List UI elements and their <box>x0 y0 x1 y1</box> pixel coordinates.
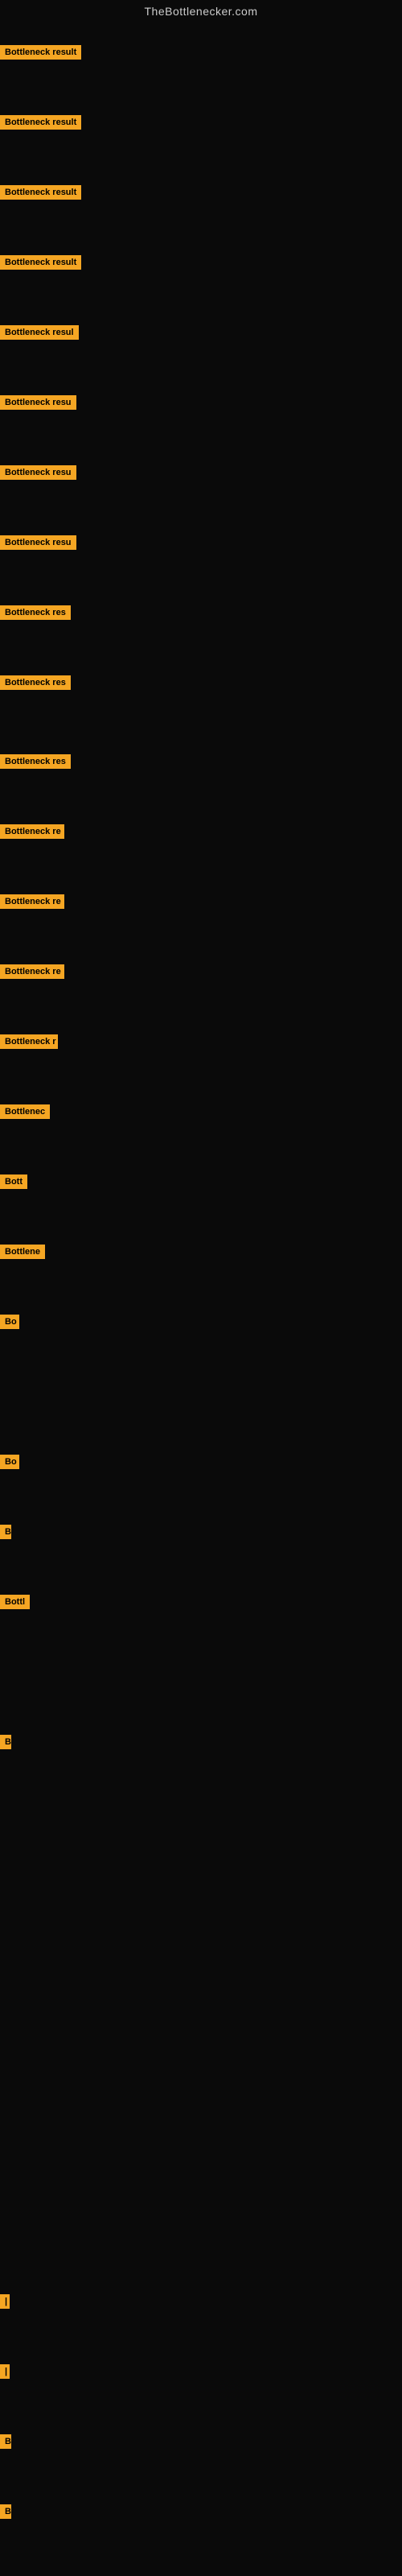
bottleneck-result-badge[interactable]: Bottlenec <box>0 1104 50 1119</box>
bottleneck-result-badge[interactable]: Bottleneck re <box>0 894 64 909</box>
bottleneck-result-badge[interactable]: | <box>0 2294 10 2309</box>
bottleneck-result-badge[interactable]: Bottleneck res <box>0 675 71 690</box>
site-title: TheBottlenecker.com <box>0 0 402 23</box>
bottleneck-result-badge[interactable]: Bott <box>0 1174 27 1189</box>
bottleneck-result-badge[interactable]: Bottleneck result <box>0 45 81 60</box>
bottleneck-result-badge[interactable]: B <box>0 2504 11 2519</box>
bottleneck-result-badge[interactable]: Bottleneck re <box>0 824 64 839</box>
bottleneck-result-badge[interactable]: B <box>0 2434 11 2449</box>
bottleneck-result-badge[interactable]: B <box>0 1525 11 1539</box>
bottleneck-result-badge[interactable]: Bottlene <box>0 1245 45 1259</box>
bottleneck-result-badge[interactable]: Bottleneck re <box>0 964 64 979</box>
bottleneck-result-badge[interactable]: Bottleneck resu <box>0 465 76 480</box>
bottleneck-result-badge[interactable]: | <box>0 2364 10 2379</box>
bottleneck-result-badge[interactable]: Bottleneck resu <box>0 395 76 410</box>
bottleneck-result-badge[interactable]: Bottleneck res <box>0 605 71 620</box>
bottleneck-result-badge[interactable]: Bottleneck result <box>0 185 81 200</box>
bottleneck-result-badge[interactable]: Bottleneck result <box>0 115 81 130</box>
bottleneck-result-badge[interactable]: Bottleneck resul <box>0 325 79 340</box>
bottleneck-result-badge[interactable]: Bottleneck res <box>0 754 71 769</box>
bottleneck-result-badge[interactable]: Bottl <box>0 1595 30 1609</box>
bottleneck-result-badge[interactable]: Bottleneck result <box>0 255 81 270</box>
bottleneck-result-badge[interactable]: B <box>0 1735 11 1749</box>
bottleneck-result-badge[interactable]: Bottleneck r <box>0 1034 58 1049</box>
bottleneck-result-badge[interactable]: Bo <box>0 1315 19 1329</box>
bottleneck-result-badge[interactable]: Bo <box>0 1455 19 1469</box>
bottleneck-result-badge[interactable]: Bottleneck resu <box>0 535 76 550</box>
